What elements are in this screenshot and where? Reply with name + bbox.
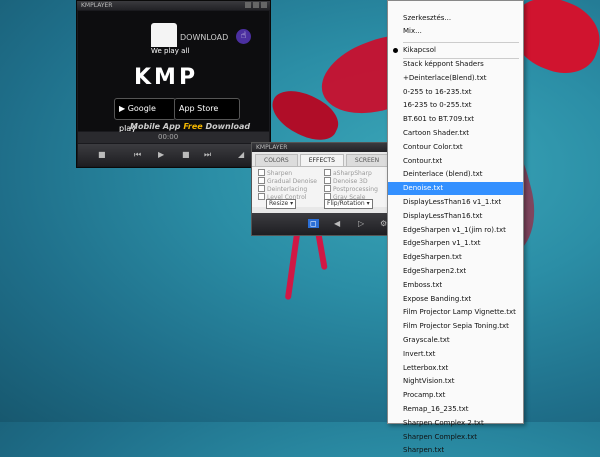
google-play-badge[interactable]: ▶ Google play [114, 98, 176, 133]
menu-item-shader[interactable]: Expose Banding.txt [388, 293, 523, 306]
menu-item-shader[interactable]: +Deinterlace(Blend).txt [388, 72, 523, 85]
kmp-logo: KMP [134, 65, 199, 90]
play-icon[interactable]: ▶ [158, 150, 164, 159]
tab-colors[interactable]: COLORS [255, 154, 298, 166]
banner-download: DOWNLOAD [180, 33, 229, 42]
hand-pointer-icon: ☝ [236, 29, 251, 44]
option-gradual-denoise[interactable]: Gradual Denoise [258, 177, 317, 185]
resize-select[interactable]: Resize ▾ [266, 199, 297, 209]
menu-item-mix[interactable]: Mix... [388, 25, 523, 38]
menu-item-shader[interactable]: DisplayLessThan16 v1_1.txt [388, 196, 523, 209]
pause-icon[interactable]: ■ [182, 150, 190, 159]
menu-item-shader[interactable]: Remap_16_235.txt [388, 403, 523, 416]
kmplayer-window: KMPLAYER We play all DOWNLOAD ☝ KMP ▶ Go… [76, 0, 271, 168]
close-icon[interactable] [261, 2, 267, 8]
effects-tabs: COLORS EFFECTS SCREEN [252, 154, 390, 166]
menu-item-shader[interactable]: Grayscale.txt [388, 334, 523, 347]
menu-item-shader[interactable]: Procamp.txt [388, 389, 523, 402]
effects-controls: ◻ ◀ ▷ ⚙ [252, 213, 390, 235]
effects-toggle-icon[interactable]: ◻ [308, 219, 319, 228]
effects-title[interactable]: KMPLAYER [252, 143, 390, 152]
video-area[interactable]: We play all DOWNLOAD ☝ KMP ▶ Google play… [78, 11, 269, 133]
menu-item-shader[interactable]: Sharpen Complex 2.txt [388, 417, 523, 430]
menu-item-shader[interactable]: EdgeSharpen v1_1.txt [388, 237, 523, 250]
window-title[interactable]: KMPLAYER [77, 1, 270, 10]
menu-item-shader[interactable]: 16-235 to 0-255.txt [388, 99, 523, 112]
menu-item-edit[interactable]: Szerkesztés... [388, 12, 523, 25]
download-banner[interactable]: We play all DOWNLOAD ☝ [78, 21, 269, 55]
volume-icon[interactable]: ◢ [238, 150, 244, 159]
option-sharpen[interactable]: Sharpen [258, 169, 292, 177]
radio-dot-icon [393, 48, 398, 53]
previous-icon[interactable]: ⏮ [134, 150, 141, 160]
menu-item-shader[interactable]: EdgeSharpen v1_1(jim ro).txt [388, 224, 523, 237]
option-asharpsharp[interactable]: aSharpSharp [324, 169, 372, 177]
next-icon[interactable]: ▷ [358, 219, 364, 228]
menu-item-off[interactable]: Kikapcsol [388, 44, 523, 57]
option-deinterlacing[interactable]: Deinterlacing [258, 185, 307, 193]
menu-item-shader[interactable]: Sharpen Complex.txt [388, 431, 523, 444]
menu-item-shader[interactable]: Contour.txt [388, 155, 523, 168]
tab-screen[interactable]: SCREEN [345, 154, 389, 166]
menu-item-shader[interactable]: EdgeSharpen2.txt [388, 265, 523, 278]
app-store-badge[interactable]: App Store [174, 98, 240, 120]
option-denoise-3d[interactable]: Denoise 3D [324, 177, 368, 185]
menu-item-shader[interactable]: Emboss.txt [388, 279, 523, 292]
menu-item-shader[interactable]: EdgeSharpen.txt [388, 251, 523, 264]
flower-stamen [284, 224, 302, 301]
minimize-icon[interactable] [245, 2, 251, 8]
seek-bar[interactable]: 00:00 [78, 132, 269, 143]
option-postprocessing[interactable]: Postprocessing [324, 185, 378, 193]
menu-item-shader[interactable]: Film Projector Sepia Toning.txt [388, 320, 523, 333]
next-icon[interactable]: ⏭ [204, 150, 211, 160]
menu-item-shader[interactable]: Film Projector Lamp Vignette.txt [388, 306, 523, 319]
banner-we-play: We play all [149, 47, 192, 55]
menu-item-shader[interactable]: Denoise.txt [388, 182, 523, 196]
menu-item-shader[interactable]: 0-255 to 16-235.txt [388, 86, 523, 99]
stop-icon[interactable]: ■ [98, 150, 106, 159]
tab-effects[interactable]: EFFECTS [299, 154, 344, 166]
menu-separator [403, 42, 519, 43]
menu-item-shader[interactable]: Deinterlace (blend).txt [388, 168, 523, 181]
menu-item-shader[interactable]: Stack képpont Shaders [388, 58, 523, 71]
menu-item-shader[interactable]: DisplayLessThan16.txt [388, 210, 523, 223]
menu-item-shader[interactable]: BT.601 to BT.709.txt [388, 113, 523, 126]
mobile-app-tagline: Mobile App Free Download [130, 122, 251, 131]
menu-item-shader[interactable]: Invert.txt [388, 348, 523, 361]
menu-item-shader[interactable]: NightVision.txt [388, 375, 523, 388]
effects-panel: KMPLAYER COLORS EFFECTS SCREEN Sharpen G… [251, 142, 391, 236]
flip-rotation-select[interactable]: Flip/Rotation ▾ [324, 199, 373, 209]
effects-options: Sharpen Gradual Denoise Deinterlacing Le… [252, 166, 390, 209]
previous-icon[interactable]: ◀ [334, 219, 340, 228]
menu-item-shader[interactable]: Contour Color.txt [388, 141, 523, 154]
menu-item-shader[interactable]: Letterbox.txt [388, 362, 523, 375]
maximize-icon[interactable] [253, 2, 259, 8]
time-display: 00:00 [158, 133, 179, 141]
shader-context-menu: Szerkesztés... Mix... Kikapcsol Stack ké… [387, 0, 524, 454]
window-controls [245, 2, 267, 8]
playback-controls: ■ ⏮ ▶ ■ ⏭ ◢ [78, 144, 269, 166]
menu-item-shader[interactable]: Cartoon Shader.txt [388, 127, 523, 140]
menu-item-shader[interactable]: Sharpen.txt [388, 444, 523, 457]
